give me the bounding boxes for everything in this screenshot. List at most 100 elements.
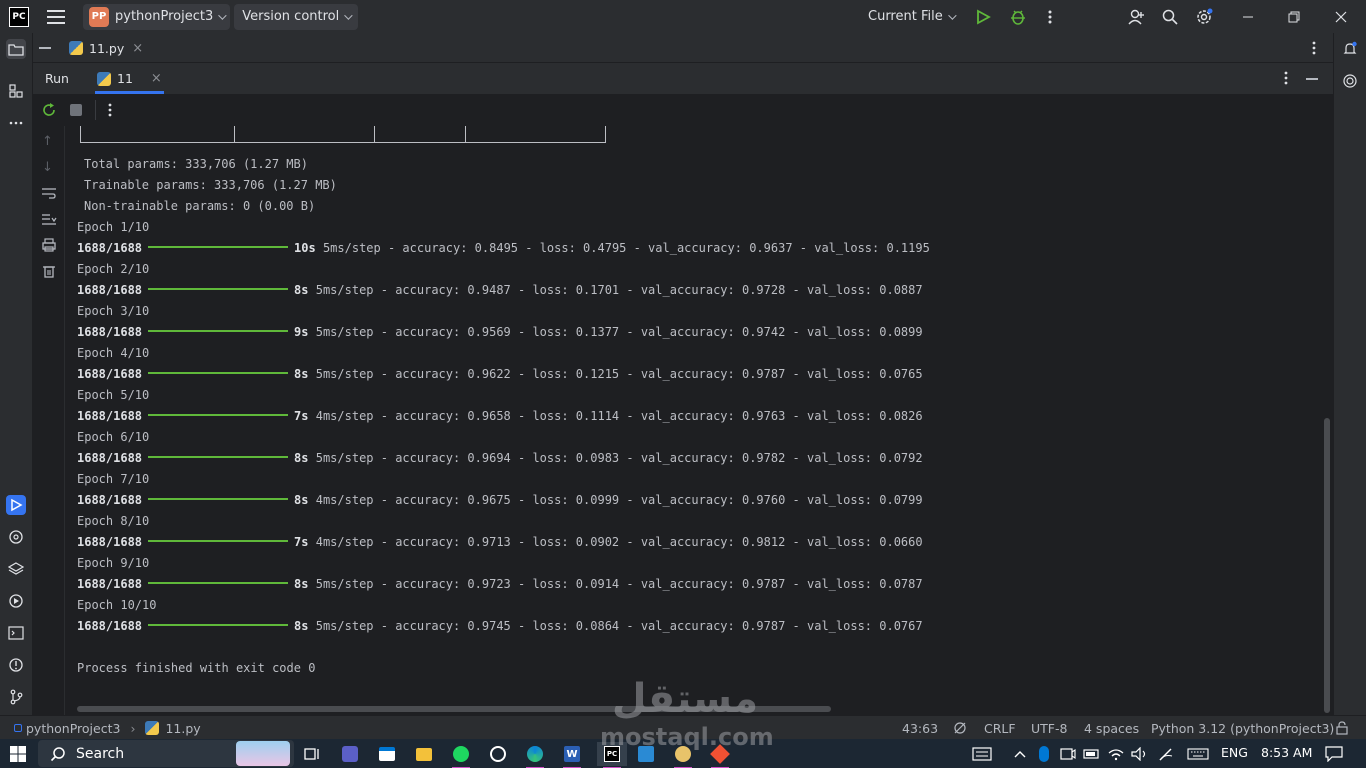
editor-more-icon[interactable] (1311, 41, 1317, 59)
soft-wrap-icon[interactable] (41, 186, 57, 204)
line-separator[interactable]: CRLF (984, 716, 1016, 740)
services-icon[interactable] (6, 591, 26, 611)
input-language[interactable]: ENG (1221, 745, 1248, 760)
project-switcher[interactable]: PP pythonProject3 (83, 3, 231, 30)
python-interpreter[interactable]: Python 3.12 (pythonProject3) (1151, 716, 1334, 740)
lock-icon[interactable] (1335, 716, 1349, 740)
notifications-bell-icon[interactable] (1340, 39, 1360, 59)
git-app-icon[interactable] (708, 742, 732, 768)
clock[interactable]: 8:53 AM (1261, 745, 1312, 760)
run-panel-more-icon[interactable] (1283, 71, 1289, 89)
cursor-position[interactable]: 43:63 (902, 716, 938, 740)
wifi-icon[interactable] (1104, 742, 1128, 766)
more-tools-icon[interactable] (6, 113, 26, 133)
epoch-steps: 1688/1688 (77, 283, 143, 297)
whatsapp-icon[interactable] (486, 742, 510, 766)
epoch-time: 8s (294, 451, 309, 465)
more-actions-icon[interactable] (1047, 0, 1053, 33)
run-button[interactable] (975, 0, 991, 33)
teams-icon[interactable] (338, 742, 362, 766)
close-tab-icon[interactable]: × (151, 71, 162, 86)
settings-gear-icon[interactable] (1195, 0, 1213, 33)
pen-icon[interactable] (1154, 742, 1178, 766)
arrow-down-icon[interactable]: ↓ (42, 160, 53, 175)
windows-taskbar: Search W PC ENG 8:53 AM (0, 739, 1366, 768)
news-widget-icon[interactable] (970, 742, 994, 766)
terminal-icon[interactable] (6, 623, 26, 643)
file-encoding[interactable]: UTF-8 (1031, 716, 1067, 740)
arrow-up-icon[interactable]: ↑ (42, 134, 53, 149)
close-window-button[interactable] (1318, 0, 1364, 33)
breadcrumb-file[interactable]: 11.py (165, 721, 200, 736)
breadcrumb-project[interactable]: pythonProject3 (26, 721, 120, 736)
file-explorer-icon[interactable] (412, 742, 436, 766)
notification-center-icon[interactable] (1322, 742, 1346, 766)
battery-icon[interactable] (1080, 742, 1104, 766)
restore-icon (1288, 11, 1300, 22)
search-icon[interactable] (1161, 0, 1179, 33)
epoch-time: 8s (294, 283, 309, 297)
horizontal-scrollbar[interactable] (77, 706, 831, 712)
non-trainable-params-line: Non-trainable params: 0 (0.00 B) (84, 199, 316, 213)
run-panel-header: Run 11 × (33, 63, 1333, 94)
indent-setting[interactable]: 4 spaces (1084, 716, 1139, 740)
app-icon-generic[interactable] (671, 742, 695, 768)
run-tab-11[interactable]: 11 × (95, 63, 164, 94)
taskbar-search[interactable]: Search (38, 740, 294, 767)
epoch-time: 8s (294, 619, 309, 633)
python-packages-icon[interactable] (6, 527, 26, 547)
pycharm-taskbar-icon[interactable]: PC (597, 742, 627, 768)
spotify-icon[interactable] (449, 742, 473, 768)
close-tab-icon[interactable]: × (132, 41, 143, 56)
word-icon[interactable]: W (560, 742, 584, 768)
keyboard-icon[interactable] (1186, 742, 1210, 766)
collapse-icon[interactable] (39, 47, 51, 49)
main-menu-icon[interactable] (47, 9, 65, 24)
vertical-scrollbar[interactable] (1324, 418, 1330, 713)
ai-assistant-icon[interactable] (1340, 71, 1360, 91)
hide-panel-icon[interactable] (1306, 78, 1318, 80)
left-tool-strip (0, 33, 33, 715)
layers-icon[interactable] (6, 559, 26, 579)
volume-icon[interactable] (1128, 742, 1152, 766)
camera-icon[interactable] (1056, 742, 1080, 766)
print-icon[interactable] (41, 238, 57, 256)
run-title-label: Run (45, 71, 69, 86)
bug-icon (1011, 10, 1025, 25)
chevron-down-icon (344, 10, 353, 20)
run-console[interactable]: Total params: 333,706 (1.27 MB) Trainabl… (66, 126, 1333, 715)
epoch-time: 8s (294, 493, 309, 507)
scroll-to-end-icon[interactable] (41, 212, 57, 230)
show-hidden-icons-icon[interactable] (1008, 742, 1032, 766)
run-config-selector[interactable]: Current File (868, 0, 957, 33)
vscode-icon[interactable] (634, 742, 658, 766)
git-branch-icon[interactable] (6, 687, 26, 707)
run-toolbar-more-icon[interactable] (107, 103, 113, 121)
epoch-steps: 1688/1688 (77, 241, 143, 255)
editor-tab-11py[interactable]: 11.py × (63, 33, 149, 63)
trash-icon[interactable] (41, 264, 57, 282)
bluetooth-icon[interactable] (1032, 742, 1056, 766)
stop-icon[interactable] (70, 104, 82, 116)
version-control-button[interactable]: Version control (234, 3, 359, 30)
structure-icon[interactable] (6, 81, 26, 101)
debug-button[interactable] (1009, 0, 1027, 33)
store-icon[interactable] (375, 742, 399, 766)
epoch-steps: 1688/1688 (77, 367, 143, 381)
windows-start-icon[interactable] (6, 742, 30, 766)
minimize-button[interactable] (1225, 0, 1271, 33)
problems-icon[interactable] (6, 655, 26, 675)
run-tool-icon[interactable] (6, 495, 26, 515)
readonly-toggle-icon[interactable] (953, 716, 967, 740)
epoch-header: Epoch 1/10 (77, 220, 150, 234)
epoch-time: 7s (294, 409, 309, 423)
chevron-down-icon (947, 10, 957, 20)
rerun-icon[interactable] (41, 102, 57, 122)
task-view-icon[interactable] (300, 742, 324, 766)
trainable-params-line: Trainable params: 333,706 (1.27 MB) (84, 178, 337, 192)
module-icon (14, 724, 22, 732)
restore-button[interactable] (1271, 0, 1317, 33)
project-folder-icon[interactable] (6, 39, 26, 59)
add-user-icon[interactable] (1127, 0, 1145, 33)
edge-icon[interactable] (523, 742, 547, 768)
